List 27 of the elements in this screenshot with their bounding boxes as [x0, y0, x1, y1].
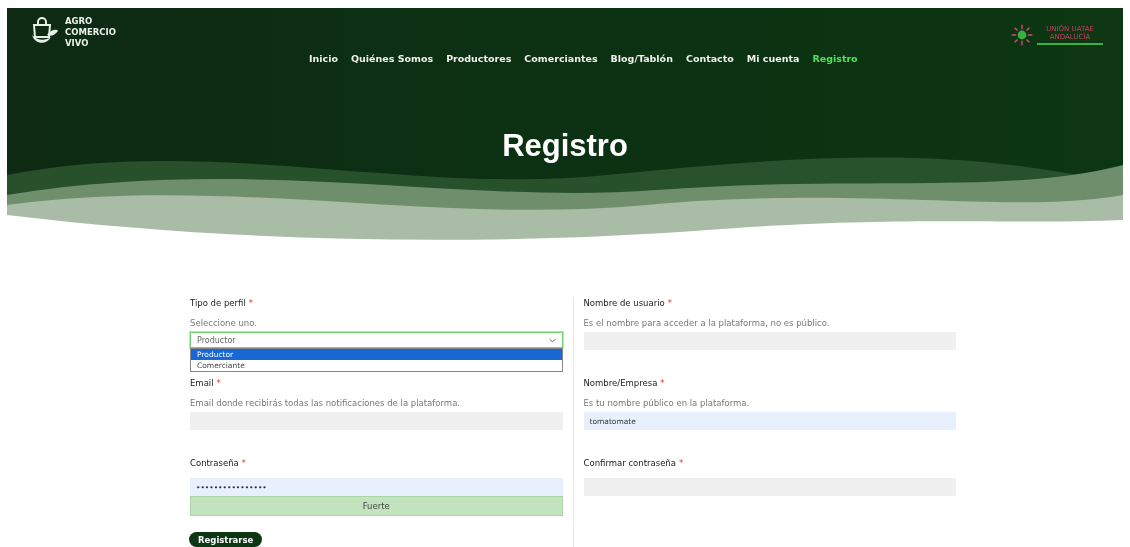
strength-label: Fuerte [361, 500, 391, 513]
field-label: Nombre de usuario * [583, 298, 674, 308]
field-label: Confirmar contraseña * [583, 458, 685, 468]
page-title: Registro [501, 128, 629, 164]
field-label: Nombre/Empresa * [583, 378, 666, 388]
nav-link[interactable]: Comerciantes [524, 53, 598, 64]
nav-link[interactable]: Mi cuenta [746, 53, 800, 64]
profile-select[interactable]: Productor [190, 332, 563, 348]
nav-link[interactable]: Productores [446, 53, 512, 64]
brand-name: COMERCIO [65, 27, 116, 38]
nav-link[interactable]: Contacto [685, 53, 734, 64]
field-hint: Email donde recibirás todas las notificaciones de la plataforma. [190, 398, 462, 408]
field-label: Contraseña * [190, 458, 248, 468]
register-button[interactable]: Registrarse [189, 532, 263, 547]
nav-link[interactable]: Quiénes Somos [350, 53, 434, 64]
field-hint: Es el nombre para acceder a la plataforma, no es público. [583, 318, 831, 328]
field-label: Email * [190, 378, 222, 388]
starburst-logo-icon [1011, 24, 1033, 46]
chevron-down-icon [548, 337, 556, 343]
field-hint: Seleccione uno. [190, 318, 258, 328]
brand-name: VIVO [65, 38, 90, 49]
field-hint: Es tu nombre público en la plataforma. [583, 398, 751, 408]
brand-name: AGRO [65, 16, 94, 27]
field-label: Tipo de perfil * [190, 298, 254, 308]
nav-link[interactable]: Blog/Tablón [610, 53, 673, 64]
nav-link[interactable]: Inicio [309, 53, 338, 64]
nav-link[interactable]: Registro [812, 53, 858, 64]
